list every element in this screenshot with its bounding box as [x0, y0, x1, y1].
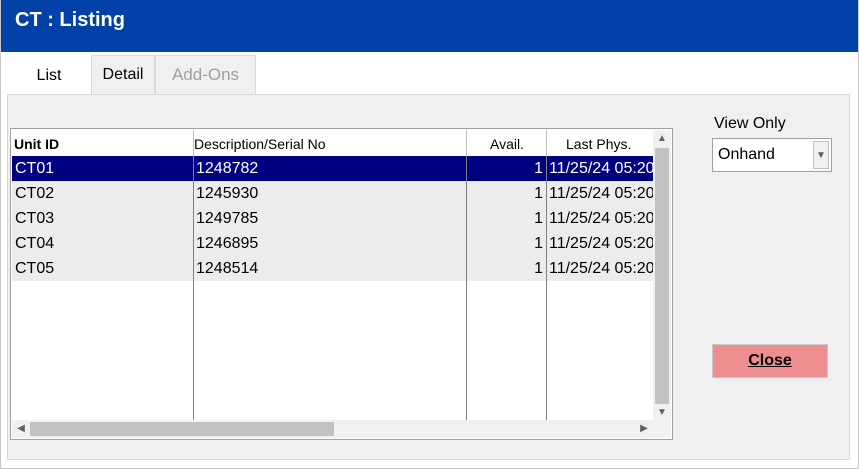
tab-strip: List Detail Add-Ons	[0, 55, 859, 96]
scroll-right-icon[interactable]: ▶	[635, 423, 653, 434]
cell-last-phys: 11/25/24 05:20	[549, 235, 653, 252]
vertical-scroll-thumb[interactable]	[655, 148, 669, 404]
cell-avail: 1	[534, 160, 543, 177]
column-header-last-phys[interactable]: Last Phys.	[547, 130, 653, 156]
cell-unit-id: CT03	[15, 210, 55, 227]
cell-avail: 1	[534, 210, 543, 227]
view-only-value: Onhand	[718, 146, 775, 163]
cell-avail: 1	[534, 260, 543, 277]
cell-avail: 1	[534, 235, 543, 252]
units-grid[interactable]: Unit ID Description/Serial No Avail. Las…	[10, 128, 673, 440]
column-header-description[interactable]: Description/Serial No	[194, 130, 467, 156]
scroll-up-icon[interactable]: ▲	[653, 133, 671, 144]
title-bar: CT : Listing	[0, 0, 859, 52]
scroll-down-icon[interactable]: ▼	[653, 407, 671, 418]
table-row[interactable]: CT01 1248782 1 11/25/24 05:20	[12, 156, 653, 181]
column-header-unit-id[interactable]: Unit ID	[12, 130, 194, 156]
tab-list[interactable]: List	[8, 55, 90, 96]
table-row[interactable]: CT02 1245930 1 11/25/24 05:20	[12, 181, 653, 206]
cell-description: 1248514	[196, 260, 259, 277]
cell-description: 1246895	[196, 235, 259, 252]
horizontal-scroll-thumb[interactable]	[30, 422, 334, 436]
column-divider	[466, 156, 467, 420]
close-button[interactable]: Close	[712, 344, 828, 378]
cell-last-phys: 11/25/24 05:20	[549, 210, 653, 227]
column-header-avail[interactable]: Avail.	[467, 130, 547, 156]
column-divider	[193, 156, 194, 420]
view-only-label: View Only	[714, 115, 786, 132]
table-row[interactable]: CT04 1246895 1 11/25/24 05:20	[12, 231, 653, 256]
cell-last-phys: 11/25/24 05:20	[549, 160, 653, 177]
cell-unit-id: CT05	[15, 260, 55, 277]
window-title: CT : Listing	[15, 9, 125, 31]
cell-last-phys: 11/25/24 05:20	[549, 185, 653, 202]
scroll-left-icon[interactable]: ◀	[12, 423, 30, 434]
cell-description: 1249785	[196, 210, 259, 227]
table-row[interactable]: CT05 1248514 1 11/25/24 05:20	[12, 256, 653, 281]
table-row[interactable]: CT03 1249785 1 11/25/24 05:20	[12, 206, 653, 231]
close-button-label: Close	[748, 352, 792, 369]
tab-detail[interactable]: Detail	[91, 55, 155, 94]
column-divider	[546, 156, 547, 420]
vertical-scrollbar[interactable]: ▲ ▼	[653, 130, 671, 420]
cell-unit-id: CT01	[15, 160, 55, 177]
tab-add-ons: Add-Ons	[155, 55, 256, 94]
cell-avail: 1	[534, 185, 543, 202]
view-only-select[interactable]: Onhand ▼	[712, 138, 832, 172]
cell-description: 1245930	[196, 185, 259, 202]
cell-description: 1248782	[196, 160, 259, 177]
scrollbar-corner	[653, 420, 671, 438]
horizontal-scrollbar[interactable]: ◀ ▶	[12, 420, 653, 438]
cell-unit-id: CT04	[15, 235, 55, 252]
chevron-down-icon[interactable]: ▼	[813, 141, 829, 169]
grid-body: Unit ID Description/Serial No Avail. Las…	[12, 130, 653, 420]
cell-last-phys: 11/25/24 05:20	[549, 260, 653, 277]
cell-unit-id: CT02	[15, 185, 55, 202]
